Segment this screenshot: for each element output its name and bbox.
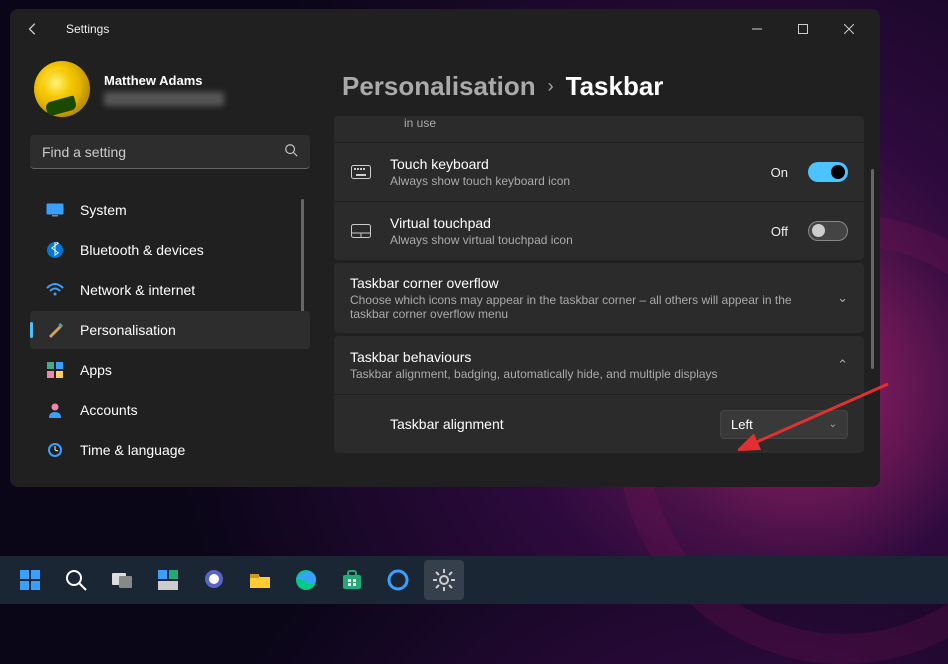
- store-button[interactable]: [332, 560, 372, 600]
- main-pane: Personalisation › Taskbar in use Touch k…: [322, 49, 880, 487]
- row-title: Touch keyboard: [390, 156, 753, 172]
- nav-label: System: [80, 202, 127, 218]
- nav-label: Apps: [80, 362, 112, 378]
- profile-email-redacted: [104, 92, 224, 106]
- taskbar-behaviours-header[interactable]: Taskbar behaviours Taskbar alignment, ba…: [334, 336, 864, 394]
- taskbar-alignment-dropdown[interactable]: Left ⌄: [720, 410, 848, 439]
- bluetooth-icon: [46, 241, 64, 259]
- toggle-state: Off: [771, 224, 788, 239]
- nav-label: Network & internet: [80, 282, 195, 298]
- profile-block[interactable]: Matthew Adams: [30, 57, 310, 135]
- taskbar-corner-overflow-panel[interactable]: Taskbar corner overflow Choose which ico…: [334, 263, 864, 333]
- apps-icon: [46, 361, 64, 379]
- profile-name: Matthew Adams: [104, 73, 224, 88]
- avatar: [34, 61, 90, 117]
- row-subtitle: Taskbar alignment, badging, automaticall…: [350, 367, 819, 381]
- toggle-state: On: [771, 165, 788, 180]
- chevron-down-icon: ⌄: [837, 290, 848, 306]
- maximize-button[interactable]: [780, 13, 826, 45]
- window-title: Settings: [66, 22, 109, 36]
- row-subtitle: Choose which icons may appear in the tas…: [350, 293, 819, 321]
- nav-system[interactable]: System: [30, 191, 310, 229]
- settings-window: Settings Matthew Adams: [10, 9, 880, 487]
- back-button[interactable]: [18, 14, 48, 44]
- breadcrumb-current: Taskbar: [566, 71, 664, 102]
- row-subtitle: in use: [404, 116, 848, 130]
- clock-globe-icon: [46, 441, 64, 459]
- widgets-button[interactable]: [148, 560, 188, 600]
- nav-bluetooth[interactable]: Bluetooth & devices: [30, 231, 310, 269]
- nav-apps[interactable]: Apps: [30, 351, 310, 389]
- search-box[interactable]: [30, 135, 310, 169]
- nav-label: Personalisation: [80, 322, 176, 338]
- row-title: Taskbar alignment: [390, 416, 702, 432]
- nav-label: Time & language: [80, 442, 185, 458]
- row-subtitle: Always show virtual touchpad icon: [390, 233, 753, 247]
- breadcrumb: Personalisation › Taskbar: [334, 49, 864, 116]
- search-icon: [284, 143, 298, 160]
- close-button[interactable]: [826, 13, 872, 45]
- chevron-right-icon: ›: [548, 76, 554, 97]
- setting-row-partial: in use: [334, 116, 864, 142]
- search-input[interactable]: [42, 144, 284, 160]
- titlebar: Settings: [10, 9, 880, 49]
- nav-personalisation[interactable]: Personalisation: [30, 311, 310, 349]
- settings-taskbar-button[interactable]: [424, 560, 464, 600]
- row-subtitle: Always show touch keyboard icon: [390, 174, 753, 188]
- paintbrush-icon: [46, 321, 64, 339]
- main-scrollbar[interactable]: [871, 169, 874, 369]
- chevron-down-icon: ⌄: [829, 419, 837, 430]
- virtual-touchpad-row: Virtual touchpad Always show virtual tou…: [334, 202, 864, 260]
- dropdown-value: Left: [731, 417, 753, 432]
- minimize-button[interactable]: [734, 13, 780, 45]
- row-title: Taskbar behaviours: [350, 349, 819, 365]
- window-controls: [734, 13, 872, 45]
- edge-button[interactable]: [286, 560, 326, 600]
- windows-taskbar: [0, 556, 948, 604]
- taskbar-behaviours-panel: Taskbar behaviours Taskbar alignment, ba…: [334, 336, 864, 453]
- chevron-up-icon: ⌃: [837, 357, 848, 373]
- row-title: Taskbar corner overflow: [350, 275, 819, 291]
- taskbar-alignment-row: Taskbar alignment Left ⌄: [334, 395, 864, 453]
- start-button[interactable]: [10, 560, 50, 600]
- chat-button[interactable]: [194, 560, 234, 600]
- taskview-button[interactable]: [102, 560, 142, 600]
- row-title: Virtual touchpad: [390, 215, 753, 231]
- keyboard-icon: [350, 165, 372, 179]
- touchpad-icon: [350, 224, 372, 238]
- person-icon: [46, 401, 64, 419]
- touch-keyboard-row: Touch keyboard Always show touch keyboar…: [334, 143, 864, 201]
- nav-time-language[interactable]: Time & language: [30, 431, 310, 469]
- nav-label: Bluetooth & devices: [80, 242, 204, 258]
- sidebar: Matthew Adams System Bluetooth &: [10, 49, 322, 487]
- breadcrumb-parent[interactable]: Personalisation: [342, 71, 536, 102]
- display-icon: [46, 201, 64, 219]
- search-button[interactable]: [56, 560, 96, 600]
- virtual-touchpad-toggle[interactable]: [808, 221, 848, 241]
- file-explorer-button[interactable]: [240, 560, 280, 600]
- nav-list: System Bluetooth & devices Network & int…: [30, 191, 310, 487]
- nav-accounts[interactable]: Accounts: [30, 391, 310, 429]
- taskbar-corner-icons-panel: in use Touch keyboard Always show touch …: [334, 116, 864, 260]
- cortana-button[interactable]: [378, 560, 418, 600]
- nav-network[interactable]: Network & internet: [30, 271, 310, 309]
- wifi-icon: [46, 281, 64, 299]
- nav-label: Accounts: [80, 402, 138, 418]
- touch-keyboard-toggle[interactable]: [808, 162, 848, 182]
